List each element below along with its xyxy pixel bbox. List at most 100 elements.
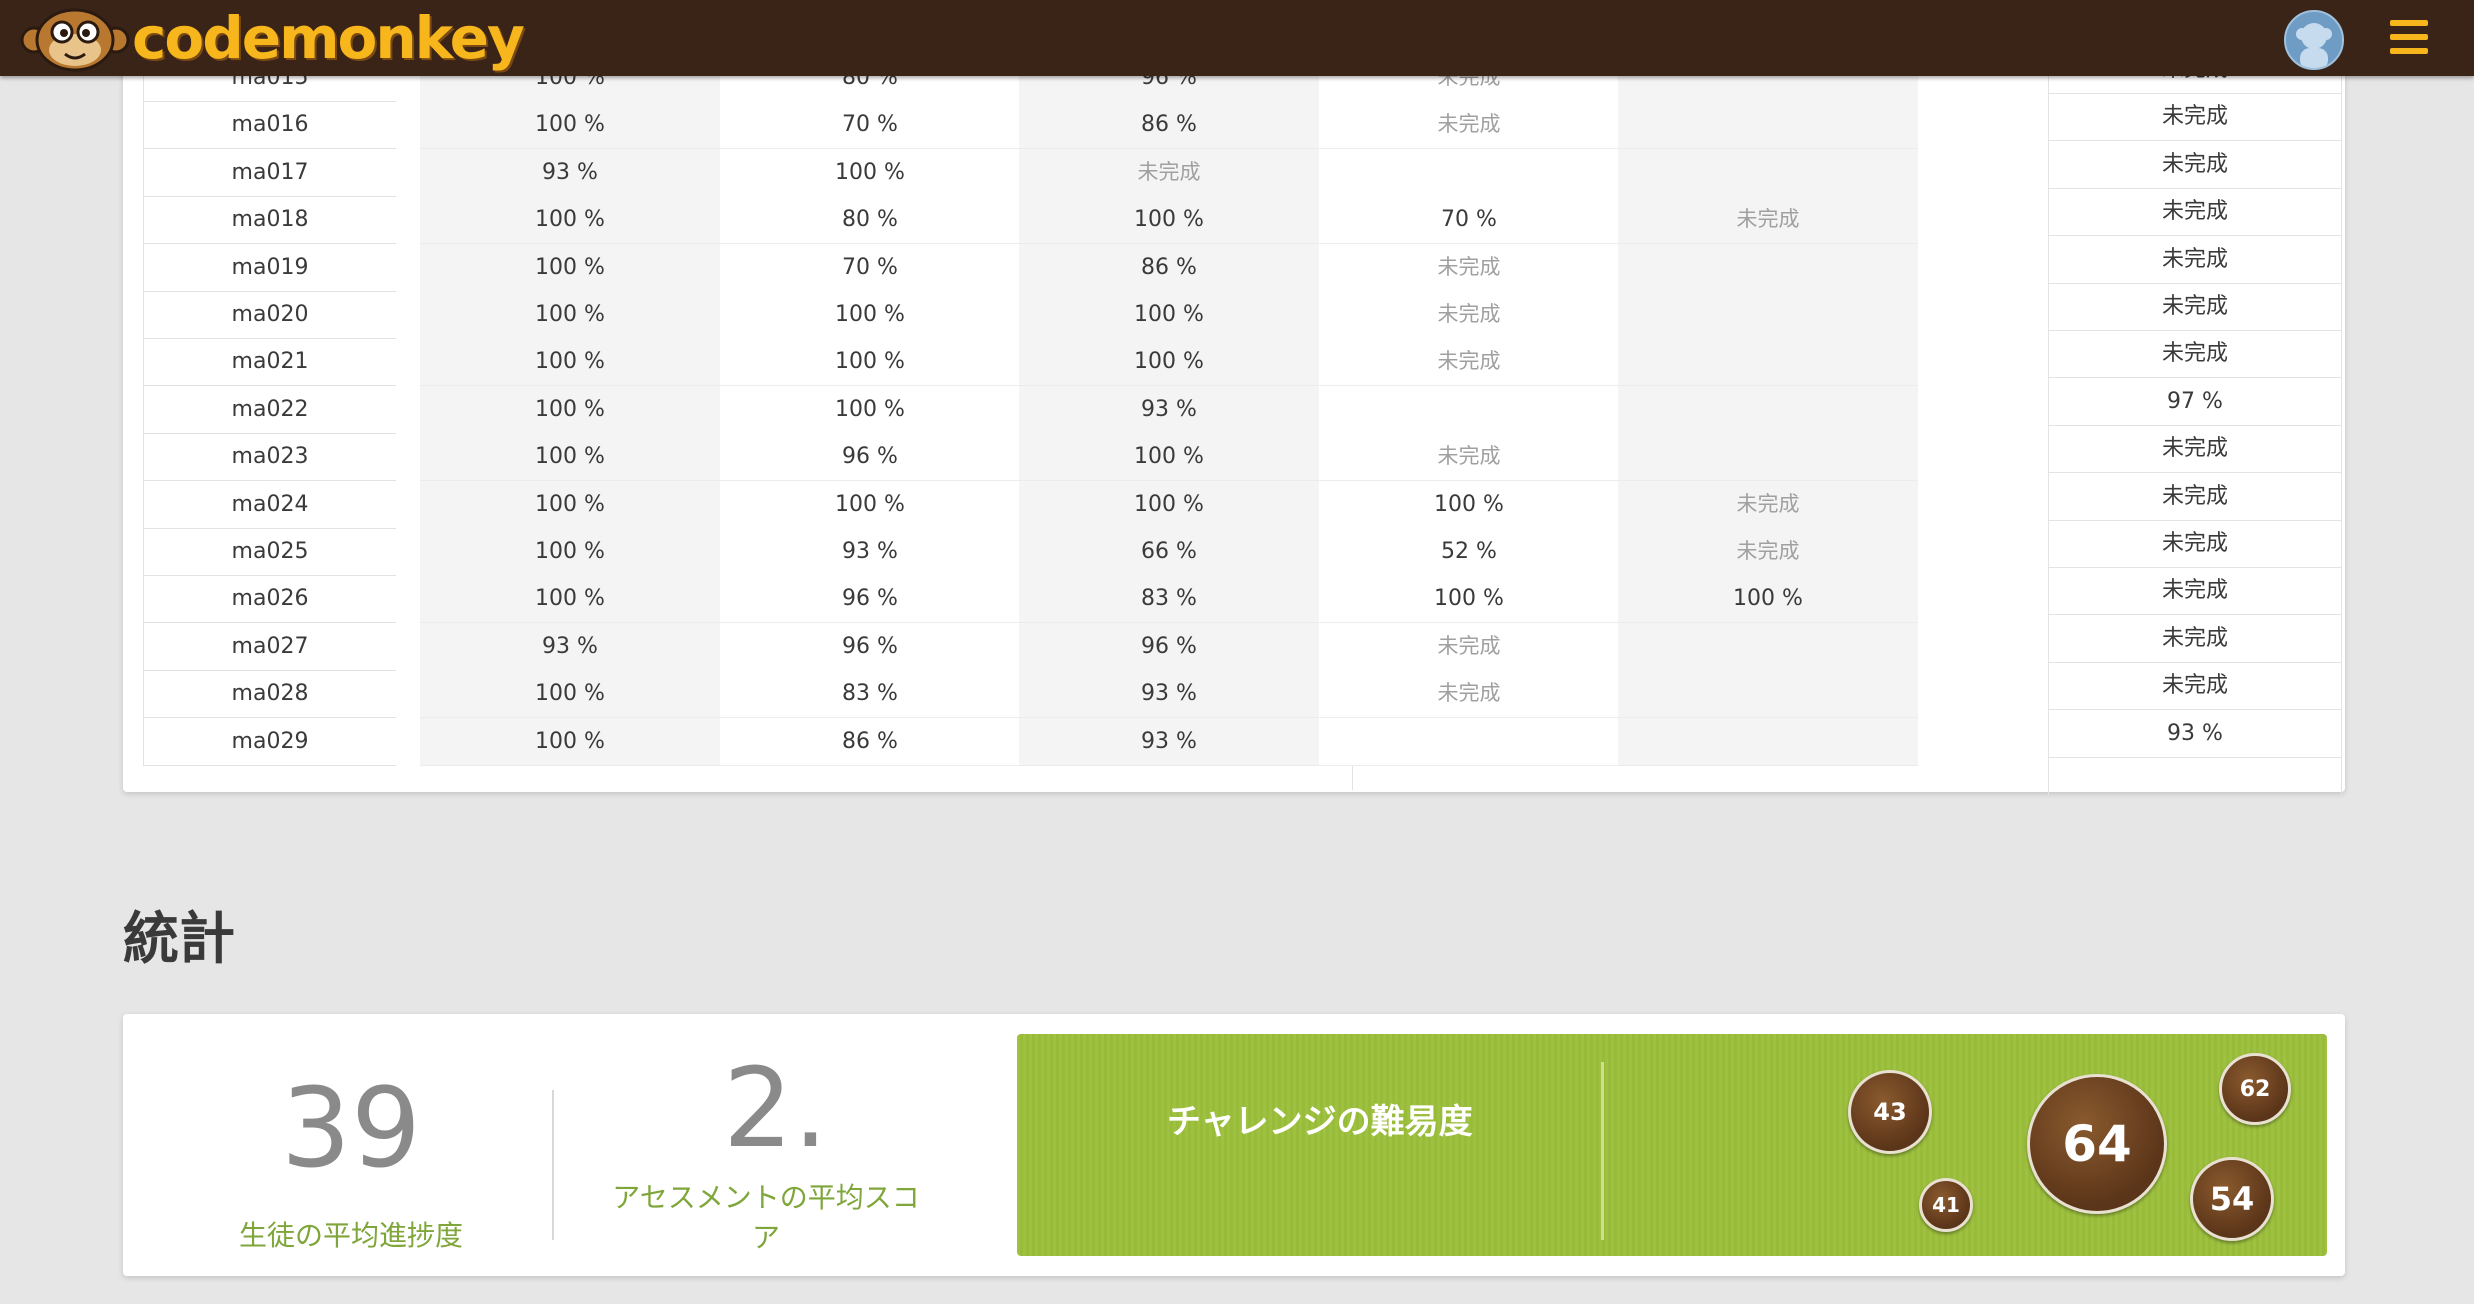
top-navigation-bar: codemonkey [0, 0, 2474, 76]
student-name-cell[interactable]: ma016 [143, 101, 396, 150]
score-cell: 83 % [720, 670, 1020, 719]
summary-cell: 未完成 [2049, 567, 2341, 616]
table-row: ma020 100 % 100 % 100 % 未完成 [143, 291, 2053, 339]
table-row: ma027 93 % 96 % 96 % 未完成 [143, 622, 2053, 671]
student-name-cell[interactable]: ma024 [143, 480, 396, 529]
codemonkey-logo[interactable]: codemonkey [20, 4, 525, 72]
score-cell [1618, 291, 1918, 339]
summary-cell: 未完成 [2049, 141, 2341, 189]
student-name-cell[interactable]: ma018 [143, 196, 396, 245]
avg-progress-value: 39 [281, 1064, 421, 1192]
score-cell: 100 % [1019, 196, 1319, 245]
difficulty-bubble[interactable]: 43 [1848, 1070, 1932, 1154]
score-cell: 100 % [420, 338, 720, 387]
stats-card: 39 生徒の平均進捗度 2. アセスメントの平均スコア チャレンジの難易度 43… [123, 1014, 2345, 1276]
table-row: ma028 100 % 83 % 93 % 未完成 [143, 670, 2053, 719]
hamburger-menu-icon[interactable] [2390, 20, 2428, 56]
difficulty-bubble[interactable]: 64 [2027, 1074, 2167, 1214]
score-cell: 93 % [1019, 385, 1319, 434]
score-cell: 86 % [1019, 243, 1319, 292]
score-cell [1618, 338, 1918, 387]
score-cell: 93 % [420, 622, 720, 671]
score-cell: 100 % [420, 101, 720, 150]
score-cell: 96 % [1019, 622, 1319, 671]
score-cell: 100 % [420, 480, 720, 529]
student-name-cell[interactable]: ma028 [143, 670, 396, 719]
score-cell: 100 % [420, 717, 720, 766]
score-cell: 未完成 [1618, 196, 1918, 245]
avg-assessment-label: アセスメントの平均スコア [612, 1181, 920, 1254]
score-cell [1618, 148, 1918, 197]
score-cell: 100 % [1319, 480, 1619, 529]
score-cell: 70 % [720, 243, 1020, 292]
student-name-cell[interactable]: ma021 [143, 338, 396, 387]
score-cell: 100 % [420, 528, 720, 576]
score-cell: 66 % [1019, 528, 1319, 576]
score-cell: 100 % [1019, 338, 1319, 387]
score-cell: 100 % [1019, 433, 1319, 482]
score-cell: 100 % [720, 338, 1020, 387]
panel-divider [1601, 1062, 1604, 1240]
summary-cell: 未完成 [2049, 662, 2341, 711]
student-name-cell[interactable]: ma020 [143, 291, 396, 339]
summary-cell: 未完成 [2049, 473, 2341, 521]
stats-heading: 統計 [123, 907, 235, 972]
score-cell [1618, 385, 1918, 434]
summary-cell: 未完成 [2049, 283, 2341, 331]
score-cell: 未完成 [1319, 670, 1619, 719]
score-cell: 100 % [420, 291, 720, 339]
difficulty-title: チャレンジの難易度 [1167, 1102, 1473, 1142]
summary-cell: 未完成 [2049, 330, 2341, 379]
score-cell: 未完成 [1319, 243, 1619, 292]
score-cell: 100 % [1019, 291, 1319, 339]
student-name-cell[interactable]: ma027 [143, 622, 396, 671]
summary-cell: 97 % [2049, 378, 2341, 426]
student-name-cell[interactable]: ma023 [143, 433, 396, 482]
score-cell: 96 % [720, 575, 1020, 624]
summary-cell: 未完成 [2049, 188, 2341, 237]
student-name-cell[interactable]: ma019 [143, 243, 396, 292]
table-row: ma029 100 % 86 % 93 % [143, 717, 2053, 766]
score-cell: 100 % [1319, 575, 1619, 624]
score-cell: 未完成 [1319, 622, 1619, 671]
table-row: ma025 100 % 93 % 66 % 52 % 未完成 [143, 528, 2053, 576]
score-cell: 83 % [1019, 575, 1319, 624]
score-cell: 100 % [420, 433, 720, 482]
student-name-cell[interactable]: ma017 [143, 148, 396, 197]
score-cell [1618, 433, 1918, 482]
table-row: ma023 100 % 96 % 100 % 未完成 [143, 433, 2053, 482]
summary-cell: 未完成 [2049, 615, 2341, 663]
student-name-cell[interactable]: ma029 [143, 717, 396, 766]
difficulty-bubble[interactable]: 54 [2190, 1157, 2274, 1241]
score-cell: 52 % [1319, 528, 1619, 576]
score-cell: 100 % [1618, 575, 1918, 624]
difficulty-bubble[interactable]: 62 [2219, 1053, 2291, 1125]
score-cell: 未完成 [1319, 291, 1619, 339]
score-cell: 93 % [420, 148, 720, 197]
student-name-cell[interactable]: ma026 [143, 575, 396, 624]
student-name-cell[interactable]: ma022 [143, 385, 396, 434]
difficulty-bubble[interactable]: 41 [1919, 1178, 1973, 1232]
score-cell: 70 % [1319, 196, 1619, 245]
score-cell: 100 % [720, 480, 1020, 529]
score-cell [1618, 717, 1918, 766]
score-cell: 未完成 [1319, 338, 1619, 387]
student-name-cell[interactable]: ma025 [143, 528, 396, 576]
score-cell: 86 % [720, 717, 1020, 766]
summary-cell: 93 % [2049, 710, 2341, 758]
score-cell [1618, 670, 1918, 719]
summary-cell: 未完成 [2049, 520, 2341, 568]
table-row: ma026 100 % 96 % 83 % 100 % 100 % [143, 575, 2053, 624]
logo-wordmark: codemonkey [132, 4, 525, 72]
summary-column: 未完成未完成未完成未完成未完成未完成未完成97 %未完成未完成未完成未完成未完成… [2048, 57, 2342, 795]
score-cell: 96 % [720, 622, 1020, 671]
table-row: ma017 93 % 100 % 未完成 [143, 148, 2053, 197]
score-cell: 100 % [420, 196, 720, 245]
user-avatar-icon[interactable] [2284, 10, 2344, 70]
score-cell: 100 % [1019, 480, 1319, 529]
monkey-logo-icon [20, 8, 130, 72]
score-cell: 93 % [1019, 670, 1319, 719]
score-cell: 未完成 [1618, 528, 1918, 576]
score-cell: 100 % [720, 148, 1020, 197]
table-row: ma018 100 % 80 % 100 % 70 % 未完成 [143, 196, 2053, 245]
